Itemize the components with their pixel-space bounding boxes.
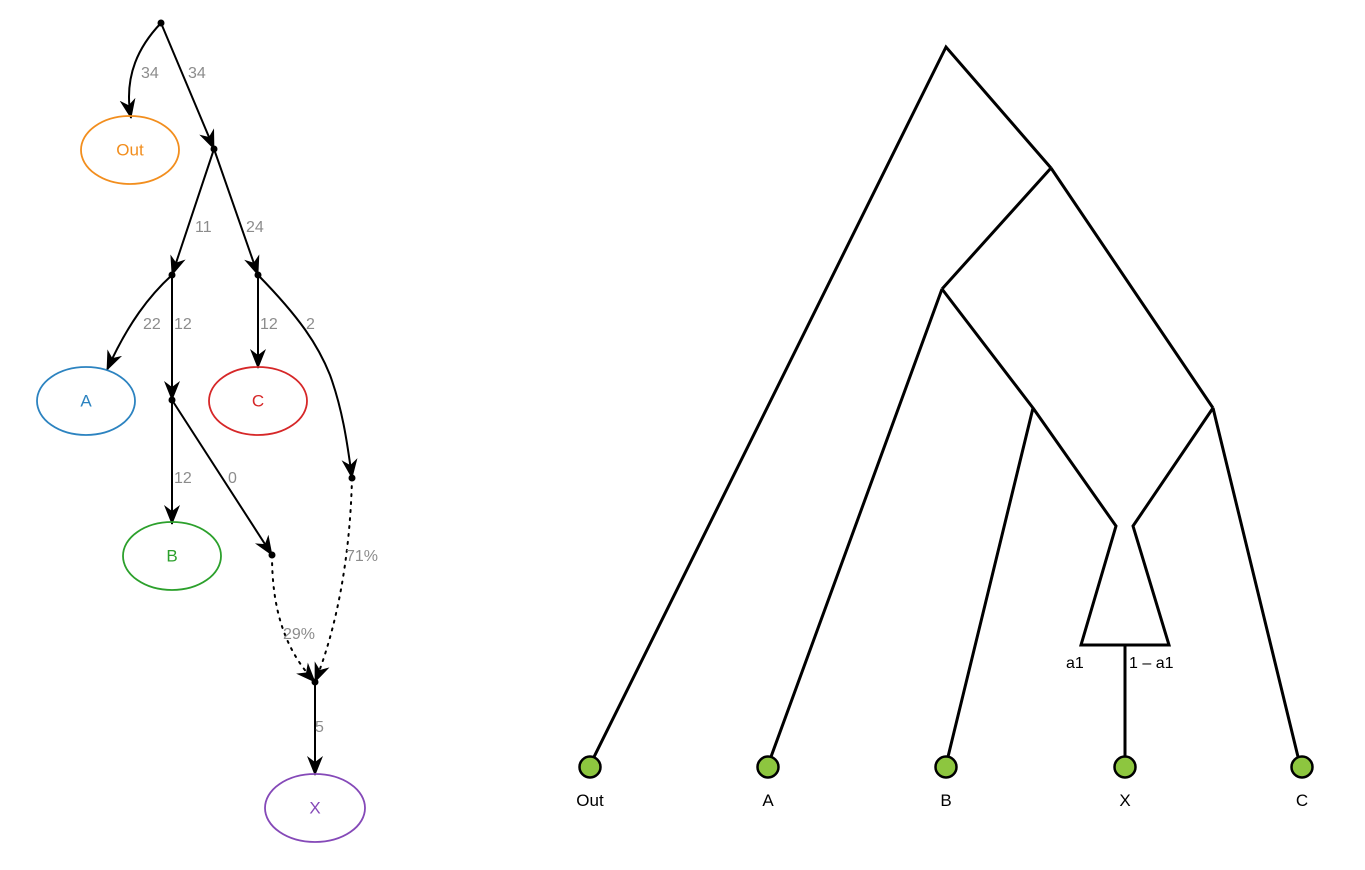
leaf-x-marker xyxy=(1113,755,1137,779)
leaf-b-label: B xyxy=(940,791,951,810)
root-node xyxy=(157,19,165,27)
admixture-graph: Out A C B X 34 34 11 24 22 12 12 2 12 0 … xyxy=(36,19,378,843)
edge-label-n7-x: 5 xyxy=(315,719,324,736)
edge-n1-n2 xyxy=(170,148,215,276)
node-x-label: X xyxy=(309,799,320,818)
internal-node-n4 xyxy=(168,396,176,404)
edge-n5-n7-dotted xyxy=(271,554,316,683)
node-a-label: A xyxy=(80,392,92,411)
edge-label-n3-n6: 2 xyxy=(306,316,315,333)
edge-label-root-n1: 34 xyxy=(188,65,206,82)
figure-canvas: Out A C B X 34 34 11 24 22 12 12 2 12 0 … xyxy=(36,19,1314,843)
internal-node-n6 xyxy=(348,474,356,482)
edge-label-root-out: 34 xyxy=(141,65,159,82)
internal-node-n1 xyxy=(210,145,218,153)
edge-n2-a xyxy=(106,274,173,371)
edge-label-n4-b: 12 xyxy=(174,470,192,487)
leaf-b-marker xyxy=(934,755,958,779)
node-b-label: B xyxy=(166,547,177,566)
edge-label-n1-n3: 24 xyxy=(246,219,264,236)
node-c-label: C xyxy=(252,392,264,411)
edge-n6-n7-dotted xyxy=(314,477,353,683)
edge-label-n6-n7: 71% xyxy=(346,548,378,565)
edge-label-n2-n4: 12 xyxy=(174,316,192,333)
leaf-c-marker xyxy=(1290,755,1314,779)
edge-label-n2-a: 22 xyxy=(143,316,161,333)
admixture-tree: a1 1 – a1 Out A B X C xyxy=(576,44,1314,810)
edge-label-n5-n7: 29% xyxy=(283,626,315,643)
internal-node-n7 xyxy=(311,678,319,686)
internal-node-n5 xyxy=(268,551,276,559)
tree-branches xyxy=(588,44,1302,766)
leaf-x-label: X xyxy=(1119,791,1130,810)
edge-label-n1-n2: 11 xyxy=(195,219,212,236)
admixture-label-left: a1 xyxy=(1066,655,1084,672)
internal-node-n2 xyxy=(168,271,176,279)
leaf-a-marker xyxy=(756,755,780,779)
edge-label-n4-n5: 0 xyxy=(228,470,237,487)
edge-n3-n6 xyxy=(257,274,358,479)
leaf-out-label: Out xyxy=(576,791,604,810)
leaf-out-marker xyxy=(578,755,602,779)
node-out-label: Out xyxy=(116,141,144,160)
internal-node-n3 xyxy=(254,271,262,279)
leaf-c-label: C xyxy=(1296,791,1308,810)
edge-n1-n3 xyxy=(213,148,260,276)
admixture-label-right: 1 – a1 xyxy=(1129,655,1174,672)
leaf-a-label: A xyxy=(762,791,774,810)
edge-label-n3-c: 12 xyxy=(260,316,278,333)
